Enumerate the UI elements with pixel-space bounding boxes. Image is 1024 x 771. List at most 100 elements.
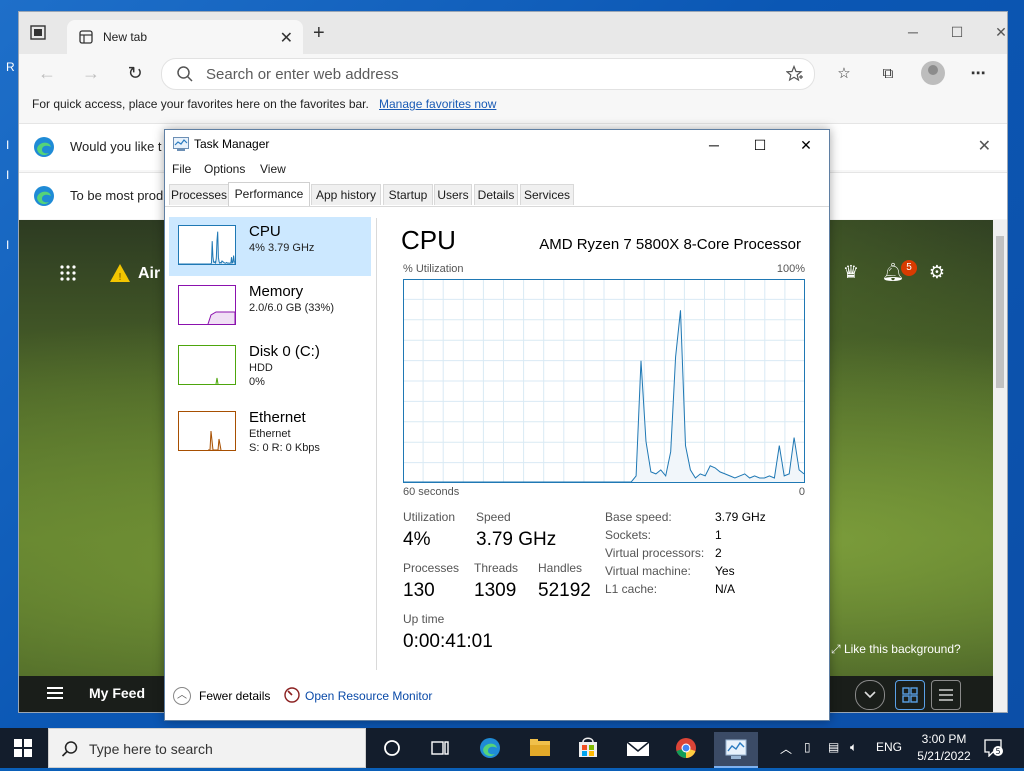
tab-close-icon[interactable]: ✕ [280,28,293,48]
input-language-indicator[interactable]: ENG [876,740,902,754]
infobar-close-icon[interactable]: ✕ [978,136,991,156]
tablet-mode-icon[interactable]: ▯ [804,740,811,754]
browser-tab-new-tab[interactable]: New tab ✕ [67,20,303,54]
threads-label: Threads [474,561,519,575]
desktop-glyph: R [6,60,15,74]
chrome-icon[interactable] [664,732,708,768]
resource-item-memory[interactable]: Memory 2.0/6.0 GB (33%) [169,277,371,336]
l1-cache-value: N/A [715,582,736,596]
threads-value: 1309 [474,580,517,601]
memory-thumbnail-graph [178,285,236,325]
browser-close-icon[interactable]: ✕ [981,18,1007,46]
tm-footer: ︿ Fewer details Open Resource Monitor [165,682,829,714]
base-speed-value: 3.79 GHz [715,510,766,524]
ethernet-thumbnail-graph [178,411,236,451]
notification-badge: 5 [901,260,917,276]
network-icon[interactable]: ▤ [828,740,839,754]
resource-monitor-icon [284,687,300,703]
profile-avatar[interactable] [921,61,945,85]
resource-name: Disk 0 (C:) [249,343,320,360]
tab-app-history[interactable]: App history [311,184,381,205]
edge-logo-icon [34,137,54,157]
action-center-badge: 5 [995,747,1000,756]
page-settings-gear-icon[interactable]: ⚙ [925,262,949,286]
collapse-chevron-icon[interactable]: ︿ [173,687,191,705]
add-favorite-star-icon[interactable] [786,65,804,83]
infobar-message: To be most prod [70,188,164,203]
show-hidden-icons-chevron-icon[interactable]: ︿ [780,740,792,757]
disk-thumbnail-graph [178,345,236,385]
virtual-processors-label: Virtual processors: [605,546,705,560]
tab-users[interactable]: Users [434,184,472,205]
resource-item-disk[interactable]: Disk 0 (C:) HDD 0% [169,337,371,396]
graph-x-zero: 0 [798,486,805,498]
forward-arrow-icon[interactable]: → [79,61,103,85]
menu-view[interactable]: View [260,162,286,176]
grid-layout-icon[interactable] [895,680,925,710]
mail-icon[interactable] [616,732,660,768]
menu-options[interactable]: Options [204,162,245,176]
utilization-label: Utilization [403,510,456,524]
list-layout-icon[interactable] [931,680,961,710]
my-feed-label[interactable]: My Feed [89,685,145,701]
browser-maximize-icon[interactable]: ☐ [937,18,977,46]
apps-launcher-icon[interactable] [59,264,77,282]
task-manager-titlebar[interactable]: Task Manager ─ ☐ ✕ [165,130,829,158]
new-tab-plus-icon[interactable]: + [313,22,325,45]
task-view-icon[interactable] [418,732,462,768]
resource-detail: HDD [249,362,273,374]
svg-text:!: ! [118,272,122,283]
file-explorer-icon[interactable] [518,732,562,768]
resource-item-cpu[interactable]: CPU 4% 3.79 GHz [169,217,371,276]
tab-details[interactable]: Details [474,184,518,205]
handles-value: 52192 [538,580,591,601]
address-bar[interactable]: Search or enter web address [161,58,815,90]
feed-dropdown-chevron-icon[interactable] [855,680,885,710]
new-tab-page-icon [79,30,93,44]
volume-icon[interactable]: 🔈︎ [850,740,857,755]
tab-performance[interactable]: Performance [228,182,310,206]
taskbar-clock-date[interactable]: 5/21/2022 [910,749,978,763]
back-arrow-icon[interactable]: ← [35,61,59,85]
task-manager-title: Task Manager [194,137,270,151]
browser-minimize-icon[interactable]: ─ [893,18,933,46]
speed-value: 3.79 GHz [476,529,557,550]
open-resource-monitor-link[interactable]: Open Resource Monitor [305,689,432,703]
task-manager-app-icon [173,137,189,151]
task-manager-taskbar-icon[interactable] [714,732,758,768]
manage-favorites-link[interactable]: Manage favorites now [379,97,496,111]
edge-taskbar-icon[interactable] [468,732,512,768]
tm-maximize-icon[interactable]: ☐ [737,133,783,157]
resource-item-ethernet[interactable]: Ethernet Ethernet S: 0 R: 0 Kbps [169,403,371,462]
favorites-icon[interactable]: ☆ [833,63,855,85]
graph-x-span: 60 seconds [403,486,460,498]
more-options-icon[interactable]: ⋯ [967,63,989,85]
resource-detail: 2.0/6.0 GB (33%) [249,302,334,314]
virtual-machine-label: Virtual machine: [605,564,691,578]
l1-cache-label: L1 cache: [605,582,658,596]
weather-label[interactable]: Air [138,265,160,283]
menu-file[interactable]: File [172,162,191,176]
hamburger-menu-icon[interactable] [47,686,63,700]
taskbar-clock-time[interactable]: 3:00 PM [914,732,974,746]
action-center-icon[interactable]: 5 [984,739,1004,757]
collections-icon[interactable]: ⧉ [877,63,899,85]
refresh-icon[interactable]: ↻ [123,61,147,85]
tm-close-icon[interactable]: ✕ [783,133,829,157]
page-scrollbar-thumb[interactable] [996,236,1004,388]
tab-startup[interactable]: Startup [383,184,433,205]
taskbar-search-box[interactable]: Type here to search [48,728,366,768]
tab-processes[interactable]: Processes [169,184,229,205]
cortana-icon[interactable] [370,732,414,768]
tm-menubar: File Options View [165,158,829,180]
rewards-trophy-icon[interactable]: ♛ [839,262,863,286]
windows-start-icon[interactable] [14,739,32,757]
microsoft-store-icon[interactable] [566,732,610,768]
fewer-details-button[interactable]: Fewer details [199,689,270,703]
speed-label: Speed [476,510,511,524]
tm-minimize-icon[interactable]: ─ [691,133,737,157]
search-icon [61,741,78,757]
tab-services[interactable]: Services [520,184,574,205]
like-background-prompt[interactable]: ⤢ Like this background? [831,642,961,657]
tab-actions-icon[interactable] [29,24,49,42]
